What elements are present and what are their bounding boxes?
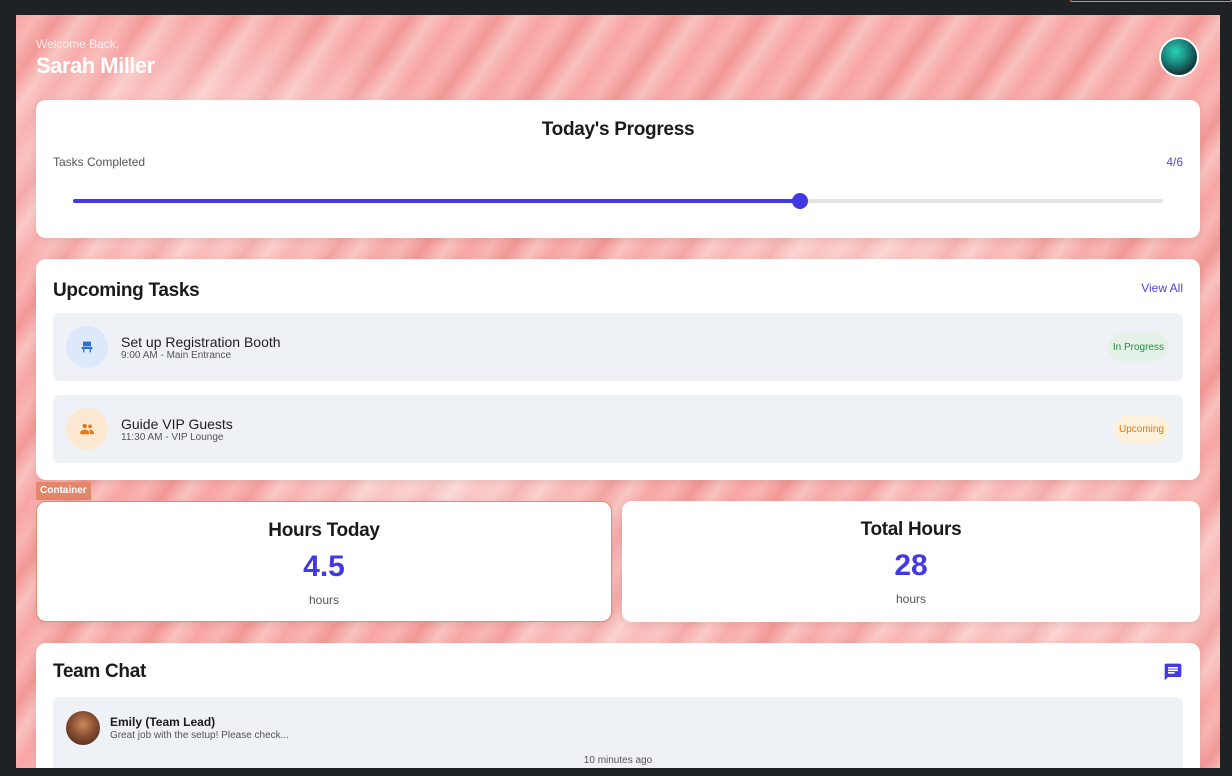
upcoming-tasks-title: Upcoming Tasks bbox=[53, 280, 200, 301]
chat-text: Great job with the setup! Please check..… bbox=[110, 730, 289, 741]
status-badge: In Progress bbox=[1107, 333, 1169, 361]
top-bar bbox=[0, 0, 1232, 15]
chair-icon bbox=[66, 326, 108, 368]
stat-unit: hours bbox=[308, 593, 340, 607]
group-icon bbox=[66, 408, 108, 450]
chat-time: 10 minutes ago bbox=[583, 755, 653, 766]
status-badge: Upcoming bbox=[1113, 415, 1169, 443]
progress-title: Today's Progress bbox=[541, 119, 695, 140]
avatar bbox=[66, 711, 100, 745]
progress-slider[interactable] bbox=[73, 193, 1163, 209]
profile-avatar[interactable] bbox=[1159, 37, 1199, 77]
hours-today-card: Hours Today 4.5 hours bbox=[36, 501, 612, 622]
progress-card: Today's Progress Tasks Completed 4/6 bbox=[36, 100, 1200, 238]
view-all-link[interactable]: View All bbox=[1141, 281, 1183, 295]
tasks-completed-count: 4/6 bbox=[1166, 155, 1183, 169]
progress-thumb[interactable] bbox=[791, 193, 808, 209]
task-subtitle: 9:00 AM - Main Entrance bbox=[121, 350, 232, 361]
chat-sender: Emily (Team Lead) bbox=[110, 715, 216, 729]
stat-title: Total Hours bbox=[860, 519, 962, 540]
stat-value: 28 bbox=[894, 549, 928, 582]
upcoming-tasks-card: Upcoming Tasks View All Set up Registrat… bbox=[36, 259, 1200, 480]
task-title: Set up Registration Booth bbox=[121, 334, 281, 350]
user-name: Sarah Miller bbox=[36, 53, 155, 78]
top-bar-accent bbox=[1070, 0, 1232, 2]
progress-fill bbox=[73, 199, 800, 203]
task-item[interactable]: Set up Registration Booth 9:00 AM - Main… bbox=[53, 313, 1183, 381]
task-title: Guide VIP Guests bbox=[121, 416, 233, 432]
chat-message[interactable]: Emily (Team Lead) Great job with the set… bbox=[53, 697, 1183, 768]
app-frame: Welcome Back, Sarah Miller Today's Progr… bbox=[16, 15, 1220, 768]
total-hours-card: Total Hours 28 hours bbox=[622, 501, 1200, 622]
container-tag: Container bbox=[36, 482, 91, 500]
welcome-text: Welcome Back, bbox=[36, 37, 120, 51]
stat-title: Hours Today bbox=[268, 520, 380, 541]
stat-unit: hours bbox=[895, 592, 927, 606]
task-item[interactable]: Guide VIP Guests 11:30 AM - VIP Lounge U… bbox=[53, 395, 1183, 463]
message-icon[interactable] bbox=[1163, 662, 1183, 682]
team-chat-title: Team Chat bbox=[53, 661, 147, 682]
task-subtitle: 11:30 AM - VIP Lounge bbox=[121, 432, 224, 443]
team-chat-card: Team Chat Emily (Team Lead) Great job wi… bbox=[36, 643, 1200, 768]
tasks-completed-label: Tasks Completed bbox=[53, 155, 146, 169]
stat-value: 4.5 bbox=[303, 550, 345, 583]
